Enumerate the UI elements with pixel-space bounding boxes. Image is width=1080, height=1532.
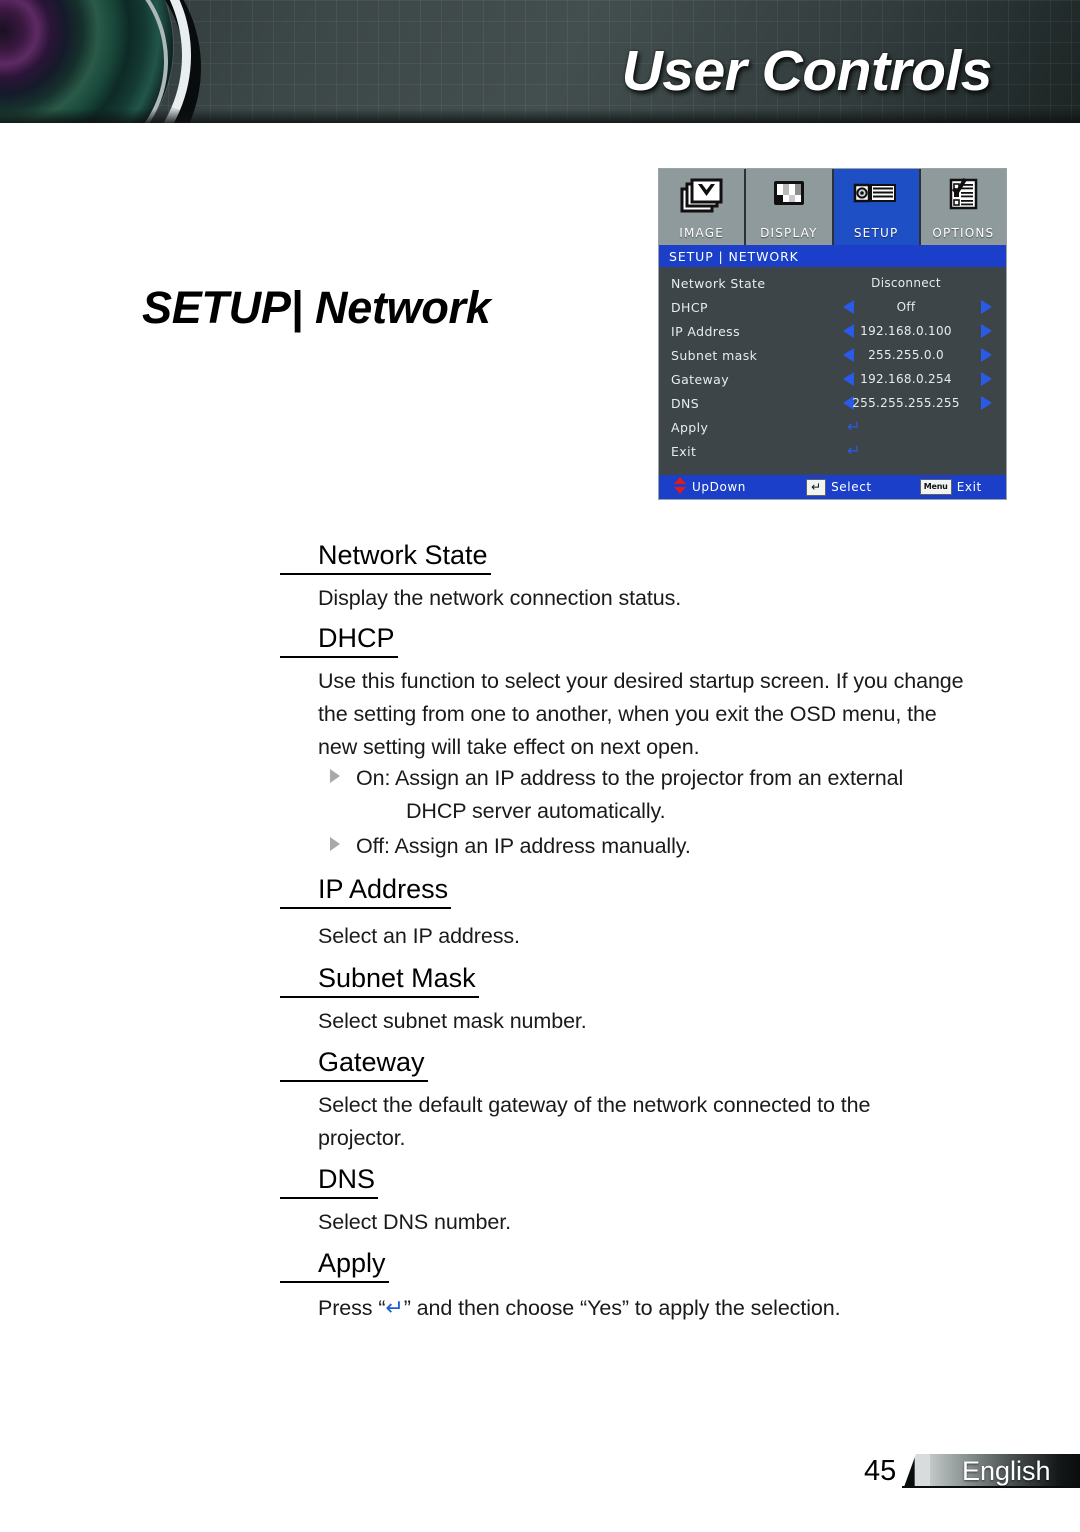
section-heading-text: DNS	[280, 1164, 379, 1199]
osd-tab-display[interactable]: DISPLAY	[746, 169, 834, 245]
osd-row-network-state[interactable]: Network State Disconnect	[659, 271, 1006, 295]
header-bottom-fade	[0, 109, 1080, 123]
osd-tab-image-label: IMAGE	[679, 226, 725, 240]
osd-row-label: Apply	[671, 419, 709, 435]
page-title-rest: Network	[315, 282, 491, 333]
osd-nav-exit[interactable]: Menu Exit	[919, 479, 982, 495]
section-heading-dhcp: DHCP	[280, 623, 398, 658]
osd-row-value: 255.255.255.255	[852, 396, 960, 410]
section-body-apply: Press “↵” and then choose “Yes” to apply…	[318, 1292, 1018, 1325]
options-checklist-icon	[941, 177, 985, 221]
chevron-right-icon[interactable]	[981, 324, 992, 338]
bullet-dhcp-off-label: Off: Assign an IP address manually.	[356, 834, 691, 858]
osd-row-dhcp[interactable]: DHCP Off	[659, 295, 1006, 319]
page-title: SETUP| Network	[142, 282, 491, 334]
display-tab-icon	[767, 177, 811, 221]
enter-arrow-icon: ↵	[385, 1296, 404, 1321]
osd-row-gateway[interactable]: Gateway 192.168.0.254	[659, 367, 1006, 391]
osd-nav-select-label: Select	[831, 480, 872, 494]
bullet-dhcp-on: On: Assign an IP address to the projecto…	[330, 762, 1016, 828]
page-header: User Controls	[0, 0, 1080, 123]
osd-tab-setup[interactable]: SETUP	[833, 169, 921, 245]
apply-body-post: ” and then choose “Yes” to apply the sel…	[403, 1296, 841, 1320]
section-heading-text: Gateway	[280, 1047, 428, 1082]
bullet-dhcp-on-label: On: Assign an IP address to the projecto…	[356, 766, 904, 790]
camera-lens-ring-inner	[0, 0, 186, 123]
osd-row-label: IP Address	[671, 323, 740, 339]
section-heading-dns: DNS	[280, 1164, 379, 1199]
osd-row-dns[interactable]: DNS 255.255.255.255	[659, 391, 1006, 415]
osd-tab-display-label: DISPLAY	[760, 226, 818, 240]
section-heading-text: DHCP	[280, 623, 398, 658]
enter-arrow-icon: ↵	[847, 417, 861, 436]
chevron-right-icon[interactable]	[981, 372, 992, 386]
up-down-arrows-icon	[673, 476, 687, 498]
osd-tab-bar: IMAGE DISPLAY SETUP OPTIONS	[659, 169, 1006, 245]
enter-arrow-icon: ↵	[847, 441, 861, 460]
osd-tab-image[interactable]: IMAGE	[659, 169, 747, 245]
footer-bar-notch	[904, 1454, 930, 1487]
osd-row-label: DHCP	[671, 299, 708, 315]
image-tab-icon	[680, 177, 724, 221]
osd-navigation-bar: UpDown ↵ Select Menu Exit	[659, 475, 1006, 499]
section-body-dns: Select DNS number.	[318, 1210, 511, 1234]
section-heading-text: IP Address	[280, 874, 452, 909]
osd-row-label: Gateway	[671, 371, 730, 387]
osd-breadcrumb-label: SETUP | NETWORK	[669, 248, 799, 264]
chevron-right-icon[interactable]	[981, 348, 992, 362]
section-heading-apply: Apply	[280, 1248, 389, 1283]
osd-tab-setup-label: SETUP	[853, 226, 899, 240]
page-footer: 45 English	[862, 1452, 1080, 1490]
osd-row-label: Network State	[671, 275, 766, 291]
osd-row-ip-address[interactable]: IP Address 192.168.0.100	[659, 319, 1006, 343]
bullet-dhcp-off: Off: Assign an IP address manually.	[330, 830, 1016, 863]
page-number: 45	[864, 1455, 897, 1487]
section-body-gateway: Select the default gateway of the networ…	[318, 1093, 871, 1150]
osd-breadcrumb: SETUP | NETWORK	[659, 245, 1006, 267]
osd-row-subnet-mask[interactable]: Subnet mask 255.255.0.0	[659, 343, 1006, 367]
section-heading-ip-address: IP Address	[280, 874, 452, 909]
section-body-network-state: Display the network connection status.	[318, 586, 682, 610]
osd-row-label: DNS	[671, 395, 700, 411]
bullet-triangle-icon	[330, 837, 340, 851]
bullet-triangle-icon	[330, 769, 340, 783]
osd-nav-select[interactable]: ↵ Select	[806, 478, 872, 496]
section-heading-text: Subnet Mask	[280, 963, 479, 998]
page-title-bold: SETUP	[142, 282, 291, 333]
osd-nav-exit-label: Exit	[956, 480, 982, 494]
osd-tab-options-label: OPTIONS	[932, 226, 995, 240]
section-heading-text: Network State	[280, 540, 491, 575]
language-label: English	[962, 1456, 1051, 1486]
osd-nav-updown[interactable]: UpDown	[673, 476, 747, 498]
osd-row-value: 192.168.0.254	[860, 372, 952, 386]
section-body-dhcp: Use this function to select your desired…	[318, 669, 964, 759]
section-heading-network-state: Network State	[280, 540, 491, 575]
osd-row-value: 192.168.0.100	[860, 324, 952, 338]
chevron-right-icon[interactable]	[981, 300, 992, 314]
enter-key-icon: ↵	[806, 478, 827, 496]
bullet-dhcp-on-cont: DHCP server automatically.	[406, 799, 666, 823]
setup-projector-icon	[852, 177, 900, 221]
page-title-separator: |	[290, 282, 304, 333]
chevron-right-icon[interactable]	[981, 396, 992, 410]
section-heading-subnet-mask: Subnet Mask	[280, 963, 479, 998]
osd-row-value: 255.255.0.0	[868, 348, 944, 362]
osd-row-value: Disconnect	[871, 276, 941, 290]
osd-row-list: Network State Disconnect DHCP Off IP Add…	[659, 267, 1006, 475]
osd-menu: IMAGE DISPLAY SETUP OPTIONS SETUP | NETW…	[658, 168, 1007, 500]
section-heading-gateway: Gateway	[280, 1047, 428, 1082]
osd-row-label: Exit	[671, 443, 697, 459]
section-body-subnet-mask: Select subnet mask number.	[318, 1009, 587, 1033]
osd-row-label: Subnet mask	[671, 347, 758, 363]
osd-row-value: Off	[896, 300, 916, 314]
osd-tab-options[interactable]: OPTIONS	[920, 169, 1006, 245]
apply-body-pre: Press “	[318, 1296, 386, 1320]
header-title: User Controls	[621, 39, 993, 103]
osd-row-apply[interactable]: Apply ↵	[659, 415, 1006, 439]
osd-row-exit[interactable]: Exit ↵	[659, 439, 1006, 463]
section-heading-text: Apply	[280, 1248, 389, 1283]
osd-nav-updown-label: UpDown	[692, 480, 747, 494]
menu-key-icon: Menu	[919, 479, 952, 495]
section-body-ip-address: Select an IP address.	[318, 924, 520, 948]
